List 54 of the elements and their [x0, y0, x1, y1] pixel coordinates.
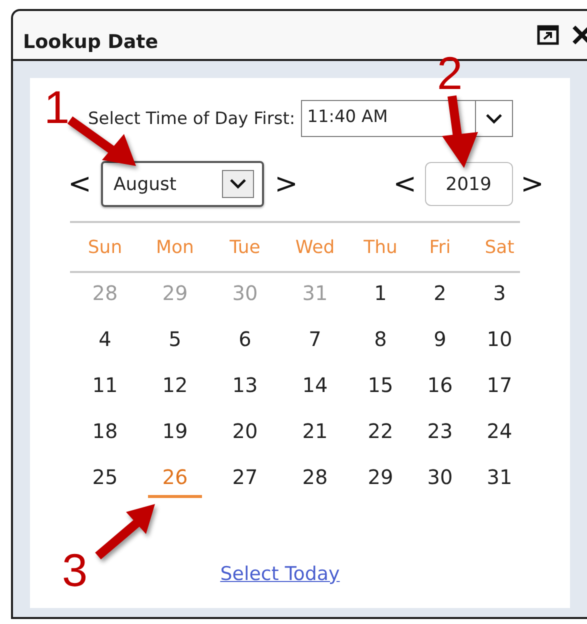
calendar-day[interactable]: 17	[482, 365, 516, 402]
year-field[interactable]: 2019	[424, 162, 513, 206]
calendar-day[interactable]: 13	[228, 365, 262, 402]
weekday-header: Sat	[484, 236, 516, 258]
calendar-day[interactable]: 28	[298, 457, 332, 494]
close-icon[interactable]	[571, 24, 587, 46]
calendar-day[interactable]: 5	[164, 319, 186, 356]
chevron-down-icon	[229, 178, 248, 190]
calendar-day[interactable]: 14	[298, 365, 332, 402]
previous-year-button[interactable]: <	[389, 170, 421, 198]
callout-arrow	[95, 504, 155, 560]
calendar-day[interactable]: 27	[228, 457, 262, 494]
calendar-day[interactable]: 30	[423, 457, 457, 494]
calendar-day[interactable]: 29	[364, 457, 398, 494]
calendar-day[interactable]: 20	[228, 411, 262, 448]
calendar-day[interactable]: 6	[234, 319, 256, 356]
calendar-day[interactable]: 1	[370, 273, 391, 310]
calendar-day[interactable]: 19	[158, 411, 192, 448]
calendar-day[interactable]: 9	[430, 319, 450, 356]
previous-month-button[interactable]: <	[64, 170, 96, 198]
popout-icon[interactable]	[537, 25, 559, 45]
calendar-day[interactable]: 21	[298, 411, 332, 448]
calendar-day[interactable]: 8	[370, 319, 391, 356]
calendar-day[interactable]: 18	[88, 411, 122, 448]
time-label: Select Time of Day First:	[88, 108, 296, 128]
weekday-header: Fri	[428, 236, 452, 258]
weekday-header: Thu	[362, 236, 398, 258]
weekday-header: Tue	[228, 236, 262, 258]
select-today-link[interactable]: Select Today	[220, 563, 340, 585]
calendar-day[interactable]: 31	[482, 457, 516, 494]
calendar-day[interactable]: 3	[489, 273, 510, 310]
weekday-header: Sun	[86, 236, 124, 258]
window-title: Lookup Date	[23, 30, 160, 53]
calendar-day[interactable]: 10	[482, 319, 516, 356]
calendar-day[interactable]: 24	[482, 411, 516, 448]
calendar-day[interactable]: 4	[94, 319, 116, 356]
calendar-day[interactable]: 7	[304, 319, 326, 356]
calendar-day[interactable]: 23	[423, 411, 457, 448]
weekday-header: Wed	[294, 236, 336, 258]
calendar-day[interactable]: 16	[423, 365, 457, 402]
month-dropdown[interactable]: August	[101, 161, 264, 207]
chevron-down-icon	[485, 112, 504, 124]
calendar-day[interactable]: 22	[364, 411, 398, 448]
next-year-button[interactable]: >	[516, 170, 548, 198]
calendar-day[interactable]: 25	[88, 457, 122, 494]
next-month-button[interactable]: >	[270, 170, 302, 198]
callout-number: 3	[62, 547, 88, 593]
weekday-header: Mon	[155, 236, 195, 258]
calendar-day[interactable]: 15	[364, 365, 398, 402]
calendar-day[interactable]: 11	[88, 365, 122, 402]
callout-number: 1	[44, 84, 70, 130]
callout-number: 2	[437, 50, 463, 96]
calendar-day[interactable]: 2	[430, 273, 450, 310]
calendar-day[interactable]: 12	[158, 365, 192, 402]
